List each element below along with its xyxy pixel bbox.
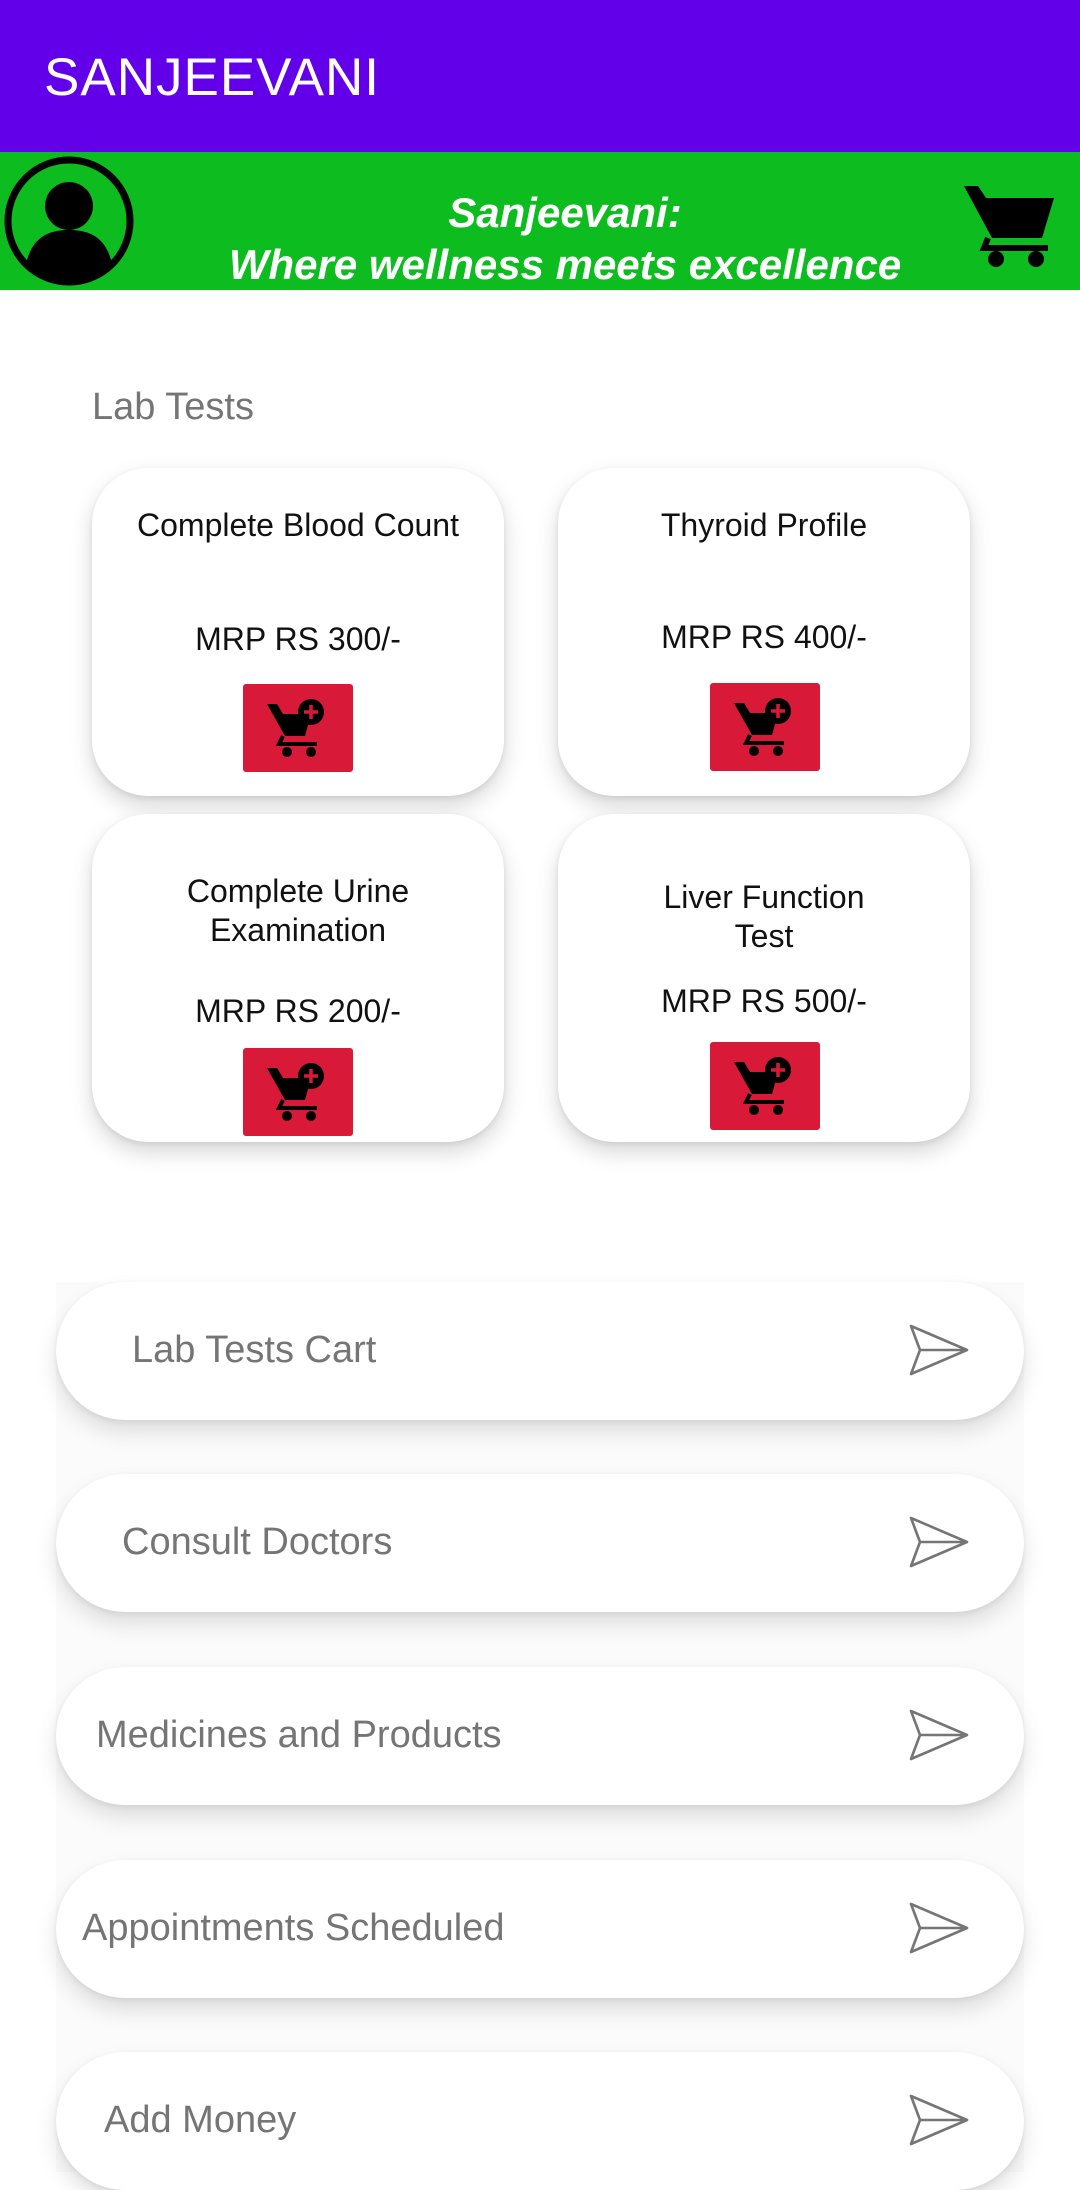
lab-test-name: Complete Urine Examination	[186, 873, 410, 948]
send-icon	[909, 1324, 969, 1376]
nav-item-label: Consult Doctors	[122, 1521, 393, 1563]
tagline-line-2: Where wellness meets excellence	[228, 241, 902, 288]
tagline: Sanjeevani: Where wellness meets excelle…	[200, 187, 930, 291]
lab-test-card: Complete Blood Count MRP RS 300/-	[92, 468, 504, 796]
add-shopping-cart-icon	[734, 698, 791, 756]
app-title: SANJEEVANI	[44, 48, 380, 107]
shopping-cart-icon[interactable]	[962, 180, 1058, 268]
lab-test-price: MRP RS 300/-	[195, 621, 401, 657]
add-to-cart-button[interactable]	[243, 1048, 353, 1136]
send-icon	[909, 1516, 969, 1568]
app-bar: SANJEEVANI	[0, 0, 1080, 152]
tagline-line-1: Sanjeevani:	[448, 189, 682, 236]
lab-test-name: Complete Blood Count	[137, 507, 459, 543]
nav-item-medicines-and-products[interactable]: Medicines and Products	[56, 1667, 1024, 1805]
nav-item-label: Appointments Scheduled	[82, 1907, 505, 1949]
add-shopping-cart-icon	[734, 1057, 791, 1115]
nav-item-appointments-scheduled[interactable]: Appointments Scheduled	[56, 1860, 1024, 1998]
send-icon	[909, 2094, 969, 2146]
add-to-cart-button[interactable]	[243, 684, 353, 772]
lab-test-card: Liver Function Test MRP RS 500/-	[558, 814, 970, 1142]
add-to-cart-button[interactable]	[710, 1042, 820, 1130]
nav-item-label: Add Money	[104, 2099, 297, 2141]
account-circle-icon[interactable]	[4, 156, 134, 286]
nav-item-consult-doctors[interactable]: Consult Doctors	[56, 1474, 1024, 1612]
lab-test-price: MRP RS 500/-	[661, 983, 867, 1019]
add-to-cart-button[interactable]	[710, 683, 820, 771]
add-shopping-cart-icon	[267, 1063, 324, 1121]
lab-test-card: Complete Urine Examination MRP RS 200/-	[92, 814, 504, 1142]
add-shopping-cart-icon	[267, 699, 324, 757]
nav-item-add-money[interactable]: Add Money	[56, 2052, 1024, 2190]
send-icon	[909, 1709, 969, 1761]
lab-test-price: MRP RS 400/-	[661, 619, 867, 655]
send-icon	[909, 1902, 969, 1954]
lab-tests-label: Lab Tests	[92, 386, 254, 428]
nav-item-lab-tests-cart[interactable]: Lab Tests Cart	[56, 1282, 1024, 1420]
nav-item-label: Medicines and Products	[96, 1714, 502, 1756]
nav-item-label: Lab Tests Cart	[132, 1329, 377, 1371]
lab-test-card: Thyroid Profile MRP RS 400/-	[558, 468, 970, 796]
lab-test-name: Thyroid Profile	[660, 507, 868, 543]
lab-test-name: Liver Function Test	[663, 879, 865, 954]
banner: Sanjeevani: Where wellness meets excelle…	[0, 152, 1080, 290]
lab-test-price: MRP RS 200/-	[195, 993, 401, 1029]
